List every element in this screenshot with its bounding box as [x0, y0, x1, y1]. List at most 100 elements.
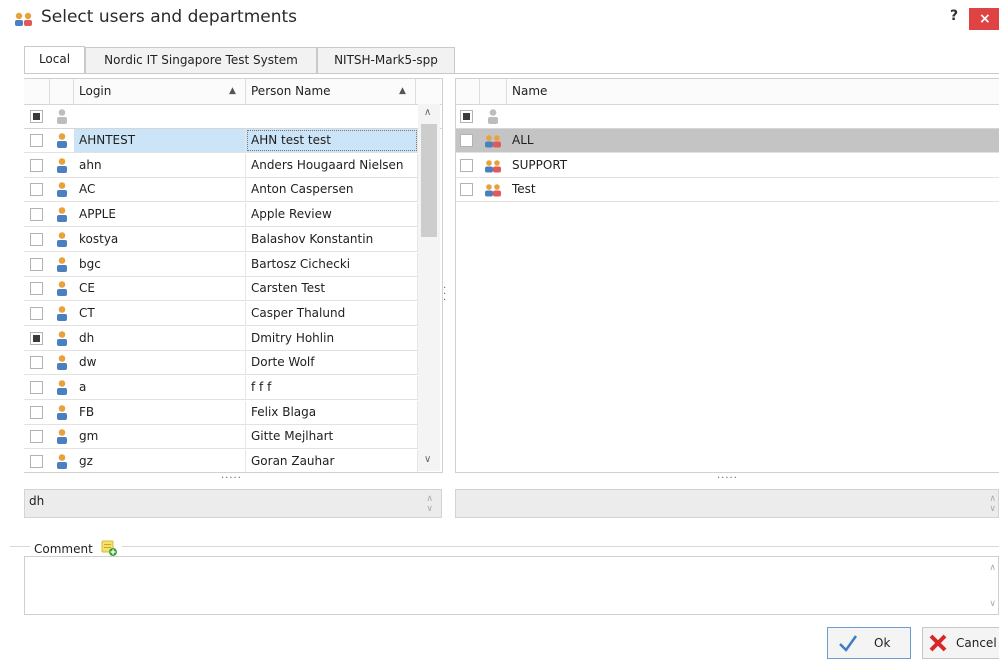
department-row[interactable]: Test — [456, 178, 999, 202]
user-login-cell[interactable]: APPLE — [74, 203, 246, 227]
user-login-cell[interactable]: gm — [74, 425, 246, 449]
user-checkbox[interactable] — [30, 331, 43, 345]
user-login-cell[interactable]: gz — [74, 450, 246, 472]
select-all-users-checkbox[interactable] — [30, 110, 43, 123]
user-name-cell[interactable]: f f f — [246, 376, 418, 399]
department-checkbox[interactable] — [460, 158, 473, 172]
user-name-cell[interactable]: Felix Blaga — [246, 400, 418, 424]
department-name-cell[interactable]: Test — [507, 178, 999, 201]
window-title: Select users and departments — [41, 7, 298, 27]
user-name-cell[interactable]: Anders Hougaard Nielsen — [246, 153, 418, 177]
ok-button[interactable]: Ok — [827, 627, 911, 659]
scroll-up-icon[interactable]: ∧ — [424, 107, 431, 118]
column-label-name: Name — [512, 84, 548, 98]
user-name-cell[interactable]: AHN test test — [246, 129, 418, 152]
user-checkbox[interactable] — [30, 306, 43, 320]
user-login-cell[interactable]: AHNTEST — [74, 129, 246, 152]
selected-departments-field[interactable]: ∧ ∨ — [455, 489, 999, 518]
user-row[interactable]: gm Gitte Mejlhart — [24, 425, 418, 450]
users-resize-handle[interactable]: ····· — [221, 473, 242, 484]
user-checkbox[interactable] — [30, 282, 43, 296]
user-login-cell[interactable]: AC — [74, 178, 246, 202]
user-login-cell[interactable]: CT — [74, 301, 246, 325]
cancel-button[interactable]: Cancel — [922, 627, 999, 659]
user-name-cell[interactable]: Goran Zauhar — [246, 450, 418, 472]
scroll-down-icon[interactable]: ∨ — [424, 454, 431, 465]
user-name-cell[interactable]: Dorte Wolf — [246, 351, 418, 375]
selected-users-field[interactable]: dh ∧ ∨ — [24, 489, 442, 518]
user-login-cell[interactable]: FB — [74, 400, 246, 424]
user-checkbox[interactable] — [30, 134, 43, 147]
user-checkbox[interactable] — [30, 158, 43, 172]
departments-resize-handle[interactable]: ····· — [717, 473, 738, 484]
user-row[interactable]: gz Goran Zauhar — [24, 450, 418, 472]
vertical-splitter-handle[interactable]: · · · — [443, 284, 447, 306]
add-comment-icon[interactable] — [100, 539, 118, 557]
department-checkbox[interactable] — [460, 183, 473, 196]
column-header-name[interactable]: Name — [507, 79, 999, 104]
user-name-cell[interactable]: Anton Caspersen — [246, 178, 418, 202]
user-checkbox[interactable] — [30, 257, 43, 271]
help-button[interactable]: ? — [950, 8, 958, 24]
user-row[interactable]: ahn Anders Hougaard Nielsen — [24, 153, 418, 178]
user-login-cell[interactable]: a — [74, 376, 246, 399]
user-name-cell[interactable]: Bartosz Cichecki — [246, 252, 418, 276]
user-login-cell[interactable]: bgc — [74, 252, 246, 276]
user-name-cell[interactable]: Carsten Test — [246, 277, 418, 301]
user-row[interactable]: bgc Bartosz Cichecki — [24, 252, 418, 277]
group-icon — [484, 134, 502, 148]
user-row[interactable]: dh Dmitry Hohlin — [24, 326, 418, 351]
users-filter-row[interactable] — [24, 105, 442, 129]
user-checkbox[interactable] — [30, 356, 43, 370]
group-icon — [484, 183, 502, 197]
tab-local[interactable]: Local — [24, 46, 85, 73]
user-name-cell[interactable]: Dmitry Hohlin — [246, 326, 418, 350]
user-checkbox[interactable] — [30, 183, 43, 197]
user-name-cell[interactable]: Apple Review — [246, 203, 418, 227]
comment-scroll-down-icon[interactable]: ∨ — [989, 599, 996, 609]
user-login-cell[interactable]: kostya — [74, 227, 246, 251]
tab-nitsh-mark5[interactable]: NITSH-Mark5-spp — [317, 47, 455, 73]
user-row[interactable]: kostya Balashov Konstantin — [24, 227, 418, 252]
user-checkbox[interactable] — [30, 232, 43, 246]
departments-filter-row[interactable] — [456, 105, 999, 129]
user-row[interactable]: AHNTEST AHN test test — [24, 129, 418, 153]
department-row[interactable]: ALL — [456, 129, 999, 153]
user-checkbox[interactable] — [30, 208, 43, 222]
cancel-x-icon — [929, 634, 947, 652]
user-name-cell[interactable]: Casper Thalund — [246, 301, 418, 325]
select-all-departments-checkbox[interactable] — [460, 110, 473, 123]
users-vertical-scrollbar[interactable]: ∧ ∨ — [418, 104, 440, 471]
user-checkbox[interactable] — [30, 381, 43, 394]
column-label-login: Login — [79, 84, 112, 98]
user-login-cell[interactable]: ahn — [74, 153, 246, 177]
close-button[interactable]: × — [969, 8, 999, 30]
sort-asc-icon: ▲ — [399, 86, 406, 96]
column-header-login[interactable]: Login ▲ — [74, 79, 246, 104]
user-login-cell[interactable]: dh — [74, 326, 246, 350]
user-checkbox[interactable] — [30, 430, 43, 444]
tab-nordic-it-singapore[interactable]: Nordic IT Singapore Test System — [85, 47, 317, 73]
user-checkbox[interactable] — [30, 405, 43, 419]
user-row[interactable]: af f f — [24, 376, 418, 400]
spin-arrows-icon: ∧ ∨ — [426, 494, 433, 514]
user-row[interactable]: CT Casper Thalund — [24, 301, 418, 326]
user-row[interactable]: CE Carsten Test — [24, 277, 418, 302]
user-row[interactable]: dw Dorte Wolf — [24, 351, 418, 376]
user-checkbox[interactable] — [30, 455, 43, 469]
user-row[interactable]: FB Felix Blaga — [24, 400, 418, 425]
department-row[interactable]: SUPPORT — [456, 153, 999, 178]
comment-textarea[interactable]: ∧ ∨ — [24, 556, 999, 615]
user-row[interactable]: APPLE Apple Review — [24, 203, 418, 228]
user-login-cell[interactable]: dw — [74, 351, 246, 375]
comment-scroll-up-icon[interactable]: ∧ — [989, 563, 996, 573]
department-name-cell[interactable]: ALL — [507, 129, 999, 152]
department-checkbox[interactable] — [460, 134, 473, 147]
user-name-cell[interactable]: Balashov Konstantin — [246, 227, 418, 251]
column-header-person-name[interactable]: Person Name ▲ — [246, 79, 416, 104]
user-name-cell[interactable]: Gitte Mejlhart — [246, 425, 418, 449]
department-name-cell[interactable]: SUPPORT — [507, 154, 999, 177]
user-row[interactable]: AC Anton Caspersen — [24, 178, 418, 203]
users-scroll-thumb[interactable] — [421, 124, 437, 237]
user-login-cell[interactable]: CE — [74, 277, 246, 301]
